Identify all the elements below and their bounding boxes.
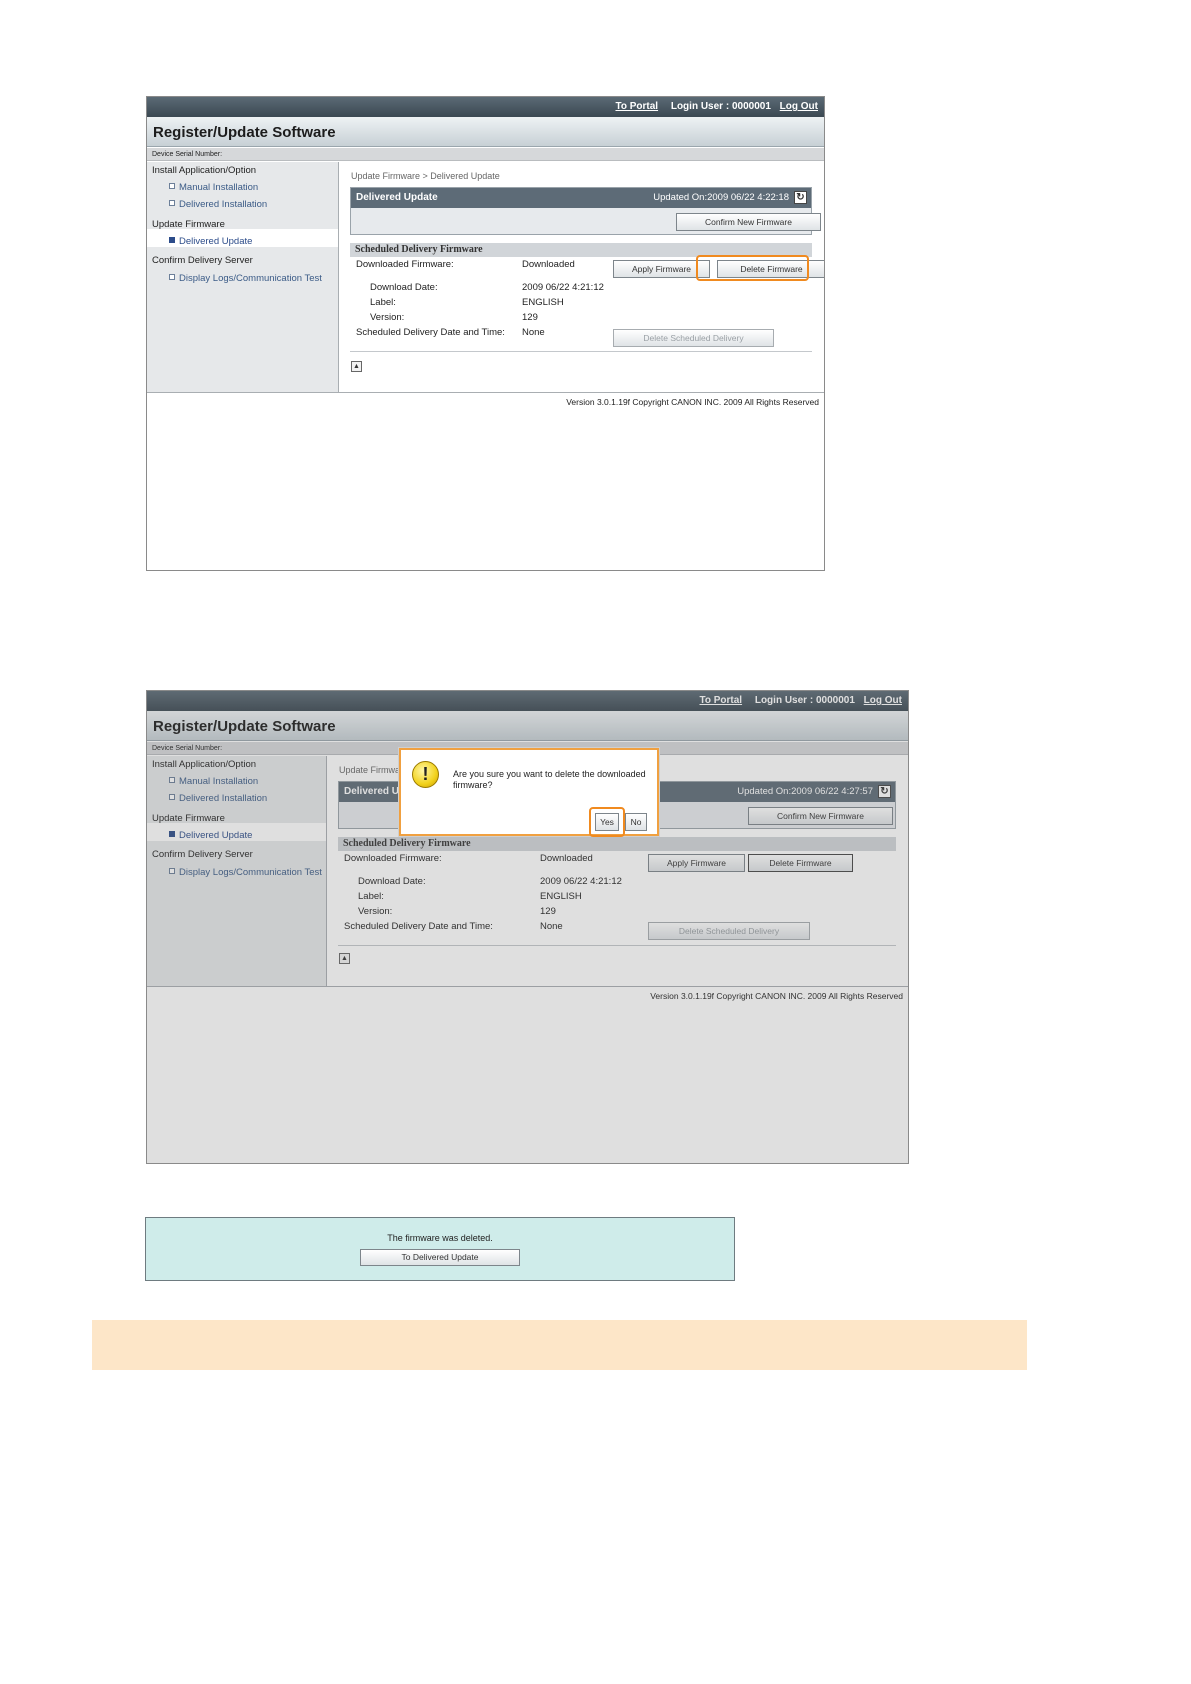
updated-on-text: Updated On:2009 06/22 4:22:18 [653,192,789,203]
screenshot-delivered-update: To Portal Login User : 0000001 Log Out R… [146,96,825,571]
dialog-message: Are you sure you want to delete the down… [453,769,646,790]
delete-scheduled-delivery-button[interactable]: Delete Scheduled Delivery [613,329,774,347]
note-band [92,1320,1027,1370]
sidebar: Install Application/Option Manual Instal… [147,162,339,392]
sidebar-section-update: Update Firmware [152,219,225,230]
top-bar: To Portal Login User : 0000001 Log Out [147,97,824,117]
log-out-link[interactable]: Log Out [780,101,818,112]
delete-firmware-highlight [696,255,809,281]
sidebar-item-display-logs[interactable]: Display Logs/Communication Test [169,273,322,284]
sidebar-section-install: Install Application/Option [152,165,257,176]
deletion-complete-panel: The firmware was deleted. To Delivered U… [145,1217,735,1281]
warning-icon: ! [412,761,439,788]
version-value: 129 [522,312,538,323]
label-label: Label: [370,297,396,308]
sidebar-item-label: Manual Installation [179,182,259,193]
page-title: Register/Update Software [153,124,336,141]
delivered-update-title: Delivered Update [356,192,438,203]
screenshot-delete-confirmation: To Portal Login User : 0000001 Log Out R… [146,690,909,1164]
version-copyright: Version 3.0.1.19f Copyright CANON INC. 2… [566,397,819,407]
bullet-icon [169,237,175,243]
footer: Version 3.0.1.19f Copyright CANON INC. 2… [147,392,824,570]
sidebar-item-delivered-update[interactable]: Delivered Update [169,236,252,247]
delivered-update-header: Delivered Update Updated On:2009 06/22 4… [351,188,811,208]
sidebar-item-label: Display Logs/Communication Test [179,273,322,284]
scheduled-date-value: None [522,327,545,338]
downloaded-firmware-value: Downloaded [522,259,575,270]
sidebar-item-manual-installation[interactable]: Manual Installation [169,182,258,193]
login-user-label: Login User : 0000001 [670,101,771,112]
to-delivered-update-button[interactable]: To Delivered Update [360,1249,520,1266]
section-divider [350,351,812,352]
confirm-delete-dialog: ! Are you sure you want to delete the do… [399,748,659,837]
breadcrumb: Update Firmware > Delivered Update [351,171,500,181]
bullet-icon [169,183,175,189]
sidebar-section-confirm: Confirm Delivery Server [152,255,253,266]
title-bar: Register/Update Software [147,117,824,147]
scroll-top-icon[interactable]: ▲ [351,361,362,372]
yes-button-highlight [589,807,625,837]
sidebar-item-label: Delivered Installation [179,199,268,210]
refresh-icon[interactable]: ↻ [794,191,807,204]
bullet-icon [169,274,175,280]
bullet-icon [169,200,175,206]
download-date-value: 2009 06/22 4:21:12 [522,282,604,293]
sidebar-item-delivered-installation[interactable]: Delivered Installation [169,199,267,210]
scheduled-date-label: Scheduled Delivery Date and Time: [356,327,505,338]
deletion-complete-message: The firmware was deleted. [387,1233,493,1243]
sidebar-item-label: Delivered Update [179,236,253,247]
label-value: ENGLISH [522,297,564,308]
delivered-update-box: Delivered Update Updated On:2009 06/22 4… [350,187,821,235]
download-date-label: Download Date: [370,282,438,293]
version-label: Version: [370,312,405,323]
no-button[interactable]: No [625,813,647,831]
to-portal-link[interactable]: To Portal [615,101,658,112]
confirm-new-firmware-button[interactable]: Confirm New Firmware [676,213,821,231]
downloaded-firmware-label: Downloaded Firmware: [356,259,454,270]
device-serial-label: Device Serial Number: [147,148,824,161]
